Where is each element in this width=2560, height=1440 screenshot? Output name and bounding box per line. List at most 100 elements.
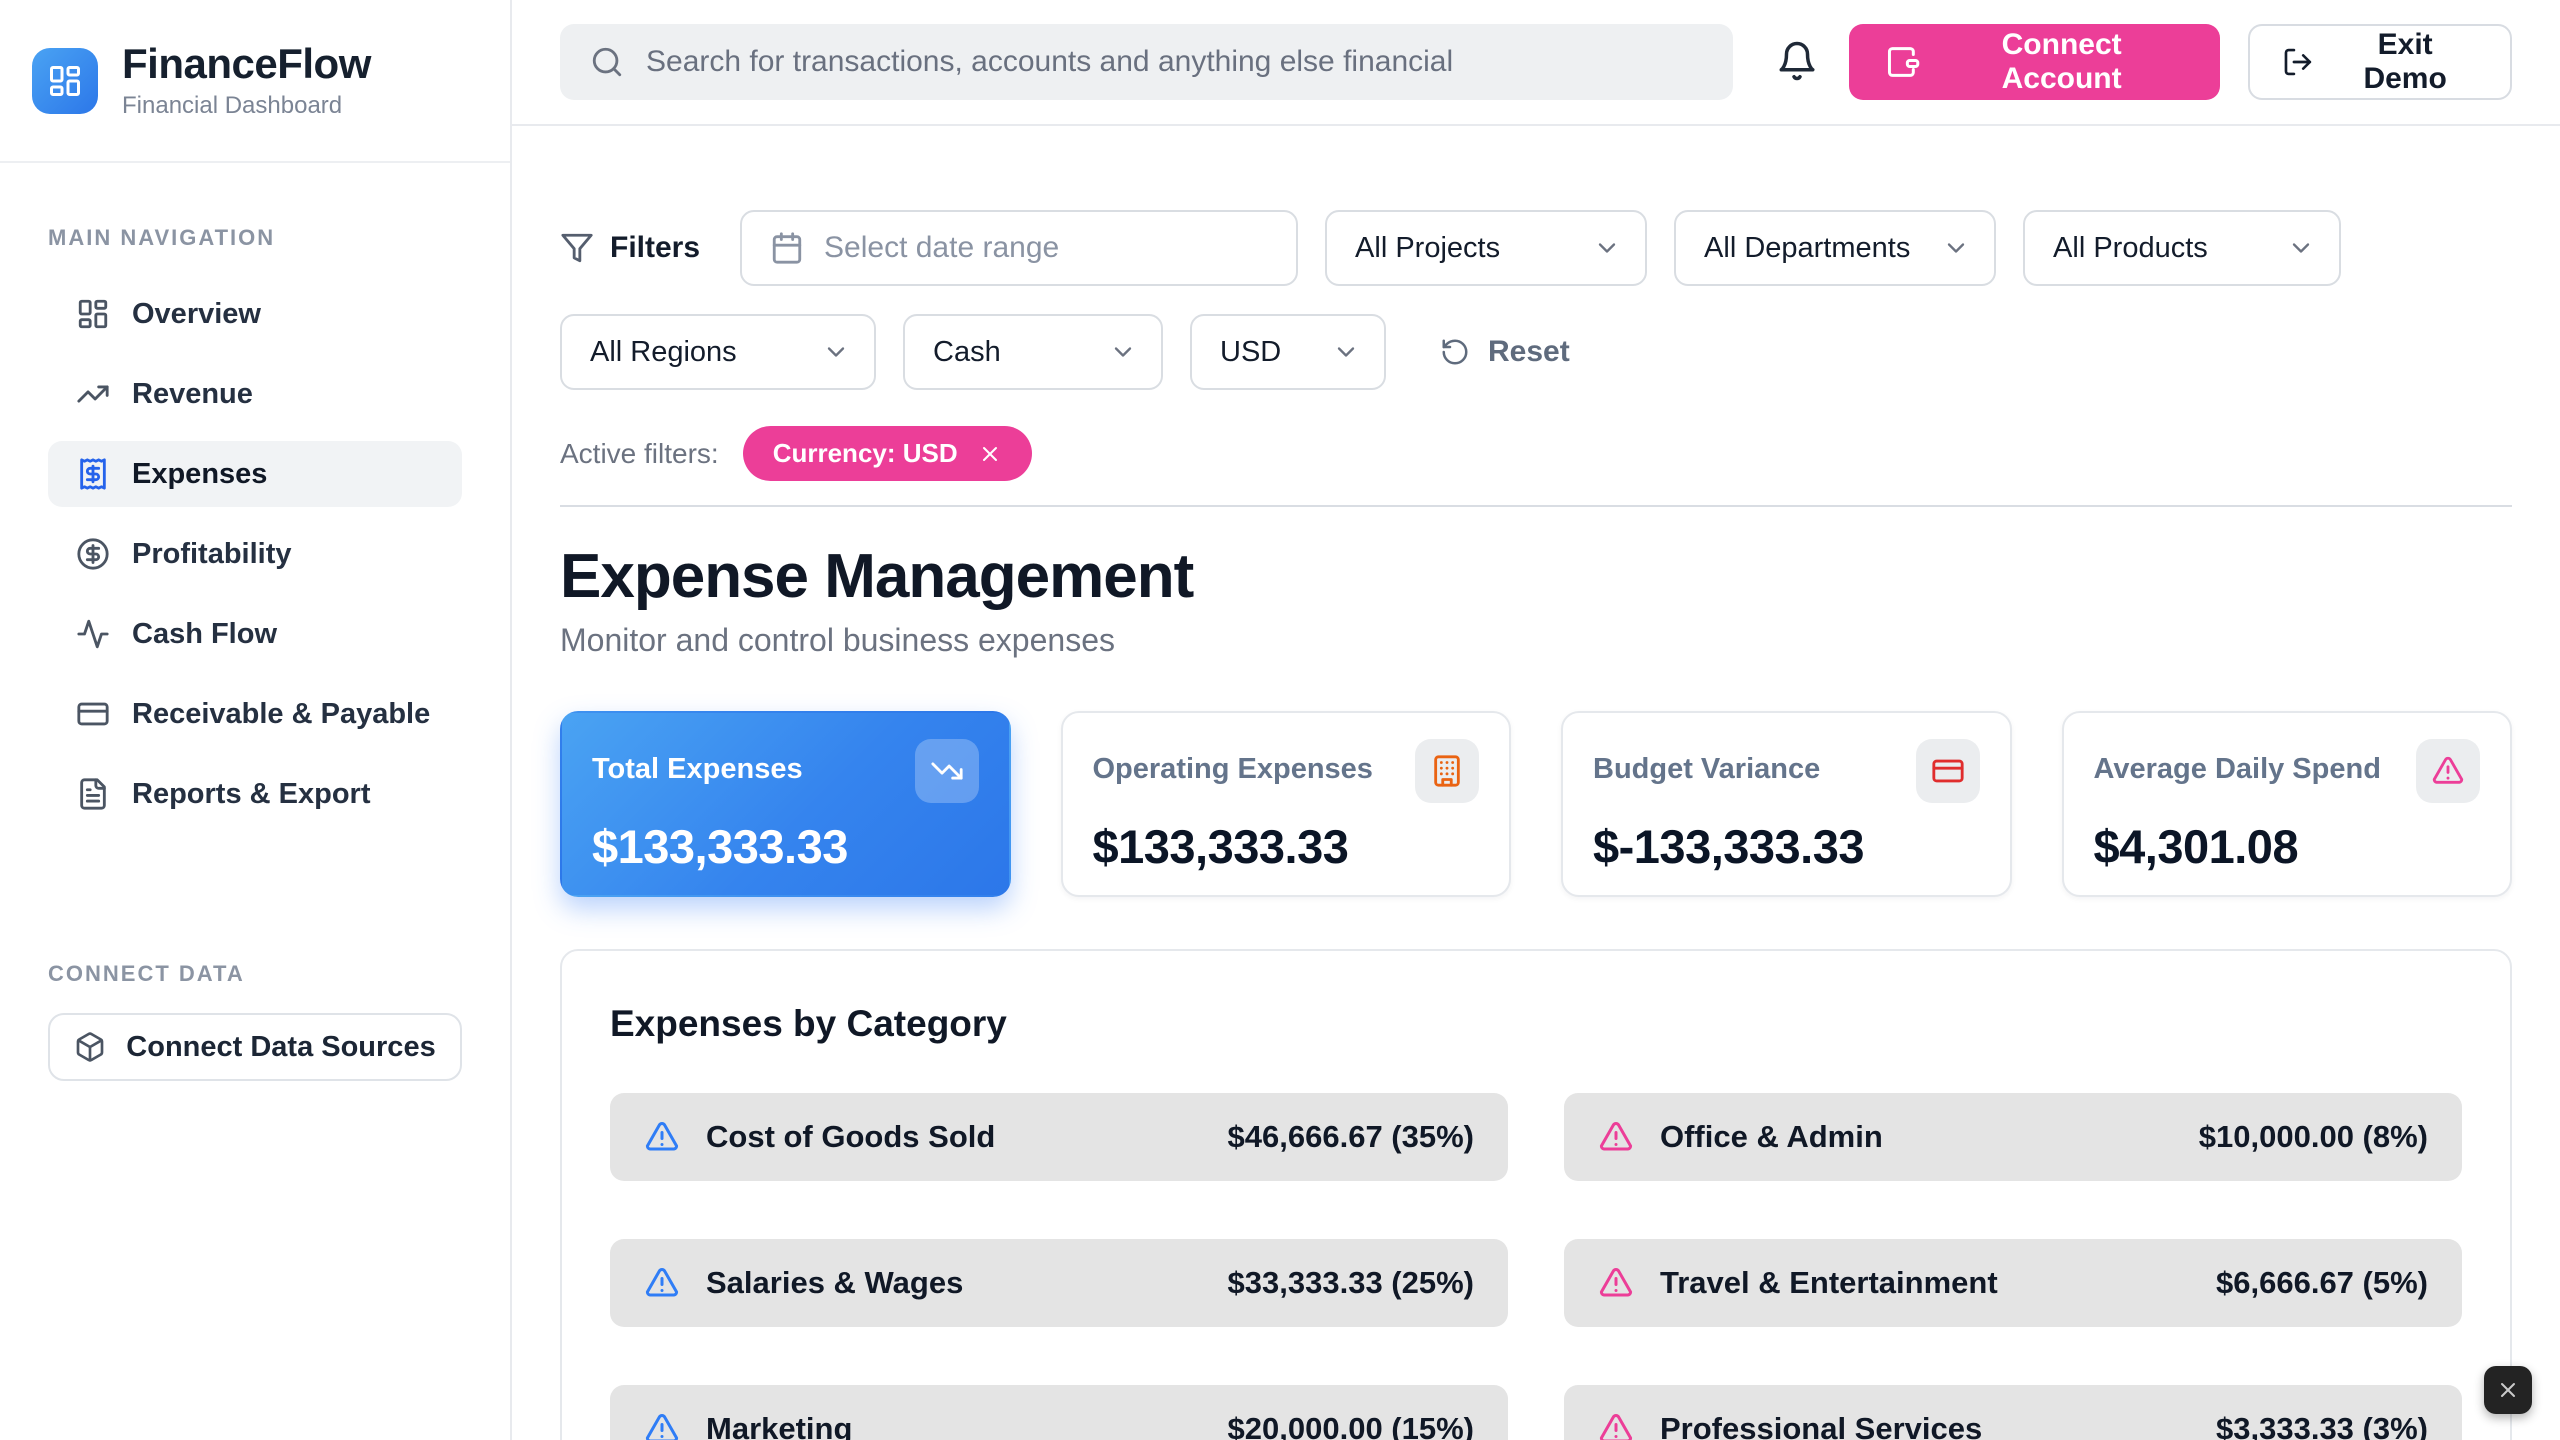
sidebar-item[interactable]: Receivable & Payable [48, 681, 462, 747]
reset-filters-button[interactable]: Reset [1440, 335, 1570, 369]
connect-data-sources-button[interactable]: Connect Data Sources [48, 1013, 462, 1081]
close-overlay-button[interactable] [2484, 1366, 2532, 1414]
search-box[interactable] [560, 24, 1733, 100]
search-input[interactable] [646, 45, 1703, 79]
category-amount: $20,000.00 (15%) [1228, 1411, 1474, 1440]
stat-card-label: Operating Expenses [1093, 753, 1373, 786]
stat-cards: Total Expenses $133,333.33 Operating Exp… [560, 711, 2512, 897]
sidebar-item[interactable]: Expenses [48, 441, 462, 507]
stat-card-top: Total Expenses [592, 739, 979, 803]
chevron-down-icon [2287, 234, 2315, 262]
filter-select[interactable]: All Projects [1325, 210, 1647, 286]
active-filters-label: Active filters: [560, 438, 719, 470]
stat-card-icon [930, 754, 964, 788]
category-row: Salaries & Wages $33,333.33 (25%) [610, 1239, 1508, 1327]
date-range-placeholder: Select date range [824, 231, 1059, 265]
category-name: Professional Services [1660, 1411, 1982, 1440]
stat-card-value: $-133,333.33 [1593, 819, 1980, 874]
reset-label: Reset [1488, 335, 1570, 369]
category-row: Professional Services $3,333.33 (3%) [1564, 1385, 2462, 1440]
calendar-icon [770, 231, 804, 265]
connect-section-label: CONNECT DATA [0, 961, 510, 987]
chevron-down-icon [1942, 234, 1970, 262]
log-out-icon [2282, 46, 2314, 78]
warning-triangle-icon [644, 1265, 680, 1301]
exit-demo-button[interactable]: Exit Demo [2248, 24, 2512, 100]
filter-select-value: USD [1220, 336, 1281, 369]
remove-filter-icon[interactable] [978, 442, 1002, 466]
stat-card-value: $4,301.08 [2094, 819, 2481, 874]
stat-card-icon-chip [1415, 739, 1479, 803]
content-area: Filters Select date range All Projects A… [512, 126, 2560, 1440]
notifications-button[interactable] [1773, 38, 1821, 86]
stat-card-top: Average Daily Spend [2094, 739, 2481, 803]
stat-card-value: $133,333.33 [592, 819, 979, 874]
warning-triangle-icon [644, 1411, 680, 1440]
sidebar-item-icon [76, 457, 110, 491]
category-name: Office & Admin [1660, 1119, 1883, 1155]
filter-select[interactable]: All Products [2023, 210, 2341, 286]
search-icon [590, 45, 624, 79]
chevron-down-icon [1332, 338, 1360, 366]
stat-card-top: Budget Variance [1593, 739, 1980, 803]
brand-subtitle: Financial Dashboard [122, 92, 371, 120]
stat-card-icon [1430, 754, 1464, 788]
stat-card[interactable]: Total Expenses $133,333.33 [560, 711, 1011, 897]
page-subtitle: Monitor and control business expenses [560, 622, 2512, 659]
sidebar-item[interactable]: Revenue [48, 361, 462, 427]
filter-select[interactable]: All Regions [560, 314, 876, 390]
chevron-down-icon [822, 338, 850, 366]
stat-card-label: Total Expenses [592, 753, 803, 786]
category-name: Salaries & Wages [706, 1265, 963, 1301]
brand-text: FinanceFlow Financial Dashboard [122, 41, 371, 120]
sidebar-item[interactable]: Reports & Export [48, 761, 462, 827]
stat-card-label: Budget Variance [1593, 753, 1820, 786]
sidebar-item-label: Profitability [132, 538, 292, 571]
date-range-input[interactable]: Select date range [740, 210, 1298, 286]
category-row: Travel & Entertainment $6,666.67 (5%) [1564, 1239, 2462, 1327]
category-row: Office & Admin $10,000.00 (8%) [1564, 1093, 2462, 1181]
brand: FinanceFlow Financial Dashboard [0, 0, 510, 163]
sidebar-item[interactable]: Overview [48, 281, 462, 347]
filters-row-1: Filters Select date range All Projects A… [560, 210, 2512, 286]
category-amount: $6,666.67 (5%) [2216, 1265, 2428, 1301]
stat-card-top: Operating Expenses [1093, 739, 1480, 803]
expenses-by-category-panel: Expenses by Category Cost of Goods Sold … [560, 949, 2512, 1440]
category-amount: $3,333.33 (3%) [2216, 1411, 2428, 1440]
exit-demo-label: Exit Demo [2332, 28, 2478, 96]
sidebar-item-label: Receivable & Payable [132, 698, 430, 731]
dashboard-grid-icon [47, 63, 83, 99]
sidebar-item-icon [76, 697, 110, 731]
stat-card[interactable]: Operating Expenses $133,333.33 [1061, 711, 1512, 897]
stat-card-label: Average Daily Spend [2094, 753, 2381, 786]
stat-card-value: $133,333.33 [1093, 819, 1480, 874]
connect-account-label: Connect Account [1939, 28, 2185, 96]
sidebar-item-icon [76, 297, 110, 331]
sidebar-item-label: Revenue [132, 378, 253, 411]
active-filter-chip-currency[interactable]: Currency: USD [743, 426, 1032, 481]
brand-logo-icon [32, 48, 98, 114]
filter-select[interactable]: All Departments [1674, 210, 1996, 286]
wallet-icon [1885, 44, 1921, 80]
category-name: Marketing [706, 1411, 852, 1440]
filter-select[interactable]: Cash [903, 314, 1163, 390]
category-amount: $46,666.67 (35%) [1228, 1119, 1474, 1155]
chip-label: Currency: USD [773, 438, 958, 469]
warning-triangle-icon [644, 1119, 680, 1155]
connect-account-button[interactable]: Connect Account [1849, 24, 2220, 100]
connect-data-sources-label: Connect Data Sources [126, 1031, 435, 1064]
sidebar-item[interactable]: Cash Flow [48, 601, 462, 667]
sidebar-item-label: Overview [132, 298, 261, 331]
stat-card[interactable]: Budget Variance $-133,333.33 [1561, 711, 2012, 897]
stat-card[interactable]: Average Daily Spend $4,301.08 [2062, 711, 2513, 897]
section-divider [560, 505, 2512, 507]
category-name: Travel & Entertainment [1660, 1265, 1998, 1301]
app-root: FinanceFlow Financial Dashboard MAIN NAV… [0, 0, 2560, 1440]
chevron-down-icon [1109, 338, 1137, 366]
category-grid: Cost of Goods Sold $46,666.67 (35%) Offi… [610, 1093, 2462, 1440]
filter-select-value: Cash [933, 336, 1001, 369]
category-amount: $33,333.33 (25%) [1228, 1265, 1474, 1301]
sidebar-item-icon [76, 377, 110, 411]
sidebar-item[interactable]: Profitability [48, 521, 462, 587]
filter-select[interactable]: USD [1190, 314, 1386, 390]
